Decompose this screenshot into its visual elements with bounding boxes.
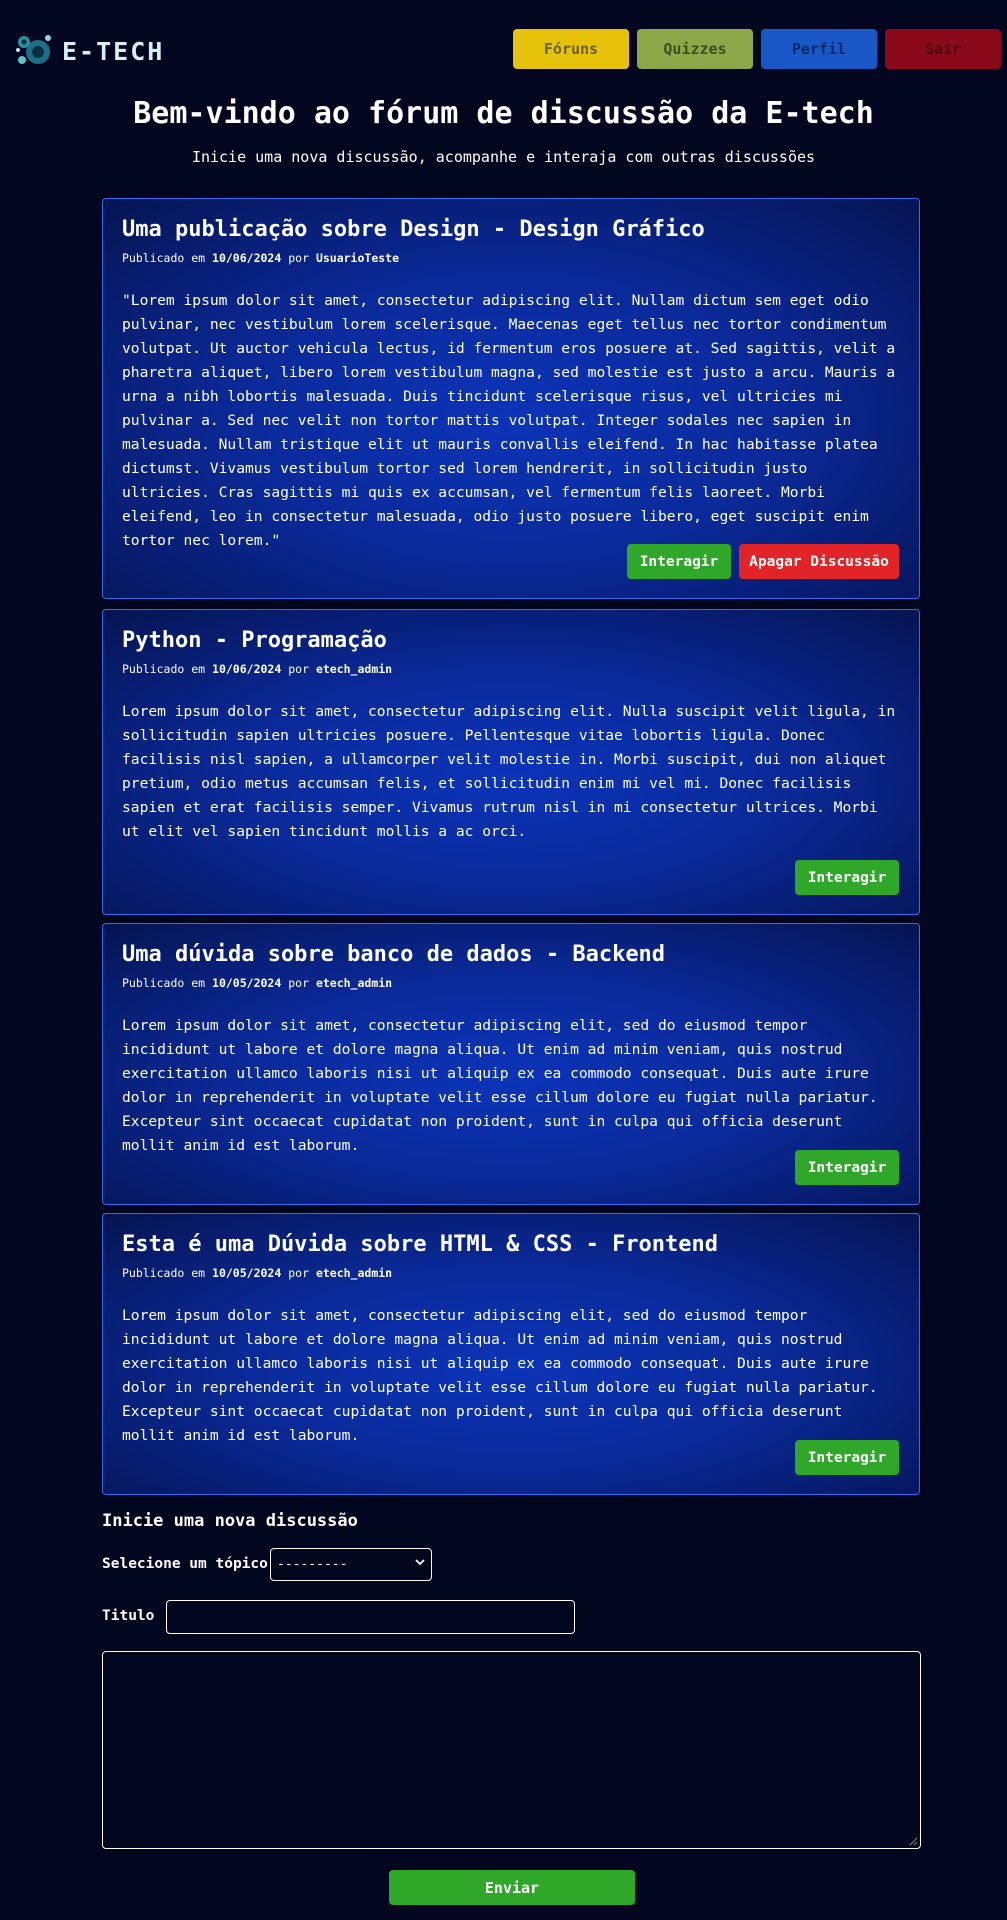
nav-quizzes-button[interactable]: Quizzes <box>637 29 753 69</box>
page-subtitle: Inicie uma nova discussão, acompanhe e i… <box>191 148 816 166</box>
post-date: 10/05/2024 <box>212 976 282 990</box>
post-author: etech_admin <box>315 1266 393 1280</box>
logo[interactable]: E-TECH <box>14 30 164 72</box>
gears-logo-icon <box>16 35 51 64</box>
post-meta: Publicado em 10/06/2024 por UsuarioTeste <box>122 251 399 265</box>
post-title[interactable]: Python - Programação <box>122 628 387 653</box>
meta-prefix: Publicado em <box>122 251 206 265</box>
post-date: 10/06/2024 <box>212 251 282 265</box>
meta-by: por <box>288 251 309 265</box>
site-header: E-TECH Fóruns Quizzes Perfil Sair <box>0 0 1007 100</box>
post-meta: Publicado em 10/05/2024 por etech_admin <box>122 976 392 990</box>
post-actions: Interagir <box>795 860 899 895</box>
submit-button[interactable]: Enviar <box>389 1870 635 1905</box>
meta-prefix: Publicado em <box>122 1266 206 1280</box>
post-actions: Interagir <box>795 1150 899 1185</box>
topic-label: Selecione um tópico <box>102 1556 268 1572</box>
logo-text: E-TECH <box>62 36 165 66</box>
top-nav: Fóruns Quizzes Perfil Sair <box>513 29 1001 69</box>
post-date: 10/06/2024 <box>212 662 282 676</box>
delete-discussion-button[interactable]: Apagar Discussão <box>739 544 899 579</box>
interact-button[interactable]: Interagir <box>795 860 899 895</box>
meta-prefix: Publicado em <box>122 662 206 676</box>
post-card: Uma publicação sobre Design - Design Grá… <box>102 198 920 599</box>
interact-button[interactable]: Interagir <box>795 1440 899 1475</box>
nav-perfil-button[interactable]: Perfil <box>761 29 877 69</box>
meta-prefix: Publicado em <box>122 976 206 990</box>
post-card: Esta é uma Dúvida sobre HTML & CSS - Fro… <box>102 1213 920 1495</box>
meta-by: por <box>288 1266 309 1280</box>
title-label: Titulo <box>102 1608 155 1624</box>
post-body: Lorem ipsum dolor sit amet, consectetur … <box>122 1307 878 1444</box>
post-author: etech_admin <box>315 976 393 990</box>
post-body: Lorem ipsum dolor sit amet, consectetur … <box>122 703 896 840</box>
post-author: UsuarioTeste <box>315 251 400 265</box>
interact-button[interactable]: Interagir <box>795 1150 899 1185</box>
post-date: 10/05/2024 <box>212 1266 282 1280</box>
post-body: Lorem ipsum dolor sit amet, consectetur … <box>122 1017 878 1154</box>
post-card: Python - Programação Publicado em 10/06/… <box>102 609 920 915</box>
post-title[interactable]: Uma publicação sobre Design - Design Grá… <box>122 217 705 242</box>
post-meta: Publicado em 10/05/2024 por etech_admin <box>122 1266 392 1280</box>
meta-by: por <box>288 976 309 990</box>
post-title[interactable]: Esta é uma Dúvida sobre HTML & CSS - Fro… <box>122 1232 718 1257</box>
discussion-body-textarea[interactable] <box>102 1651 921 1849</box>
interact-button[interactable]: Interagir <box>627 544 731 579</box>
topic-select-value: --------- <box>277 1557 348 1572</box>
title-input[interactable] <box>166 1600 575 1634</box>
post-card: Uma dúvida sobre banco de dados - Backen… <box>102 923 920 1205</box>
post-actions: Interagir Apagar Discussão <box>627 544 899 579</box>
chevron-down-icon <box>415 1559 425 1566</box>
page-title: Bem-vindo ao fórum de discussão da E-tec… <box>133 96 874 131</box>
post-author: etech_admin <box>315 662 393 676</box>
post-body: "Lorem ipsum dolor sit amet, consectetur… <box>122 292 896 549</box>
meta-by: por <box>288 662 309 676</box>
nav-foruns-button[interactable]: Fóruns <box>513 29 629 69</box>
post-title[interactable]: Uma dúvida sobre banco de dados - Backen… <box>122 942 665 967</box>
resize-handle-icon[interactable] <box>908 1836 918 1846</box>
nav-sair-button[interactable]: Sair <box>885 29 1001 69</box>
new-discussion-heading: Inicie uma nova discussão <box>102 1511 358 1531</box>
topic-select[interactable]: --------- <box>270 1548 432 1581</box>
post-meta: Publicado em 10/06/2024 por etech_admin <box>122 662 392 676</box>
post-actions: Interagir <box>795 1440 899 1475</box>
